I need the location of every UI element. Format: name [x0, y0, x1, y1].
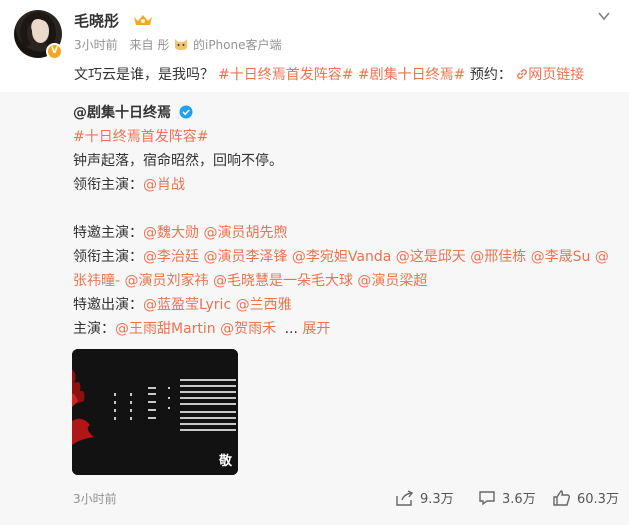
share-count: 9.3万 [420, 492, 454, 507]
source-name-a: 彤 [157, 38, 170, 52]
topic-tag-2[interactable]: #剧集十日终焉# [358, 67, 465, 83]
repost-slogan: 钟声起落，宿命昭然，回响不停。 [73, 153, 283, 169]
repost-author[interactable]: @剧集十日终焉 [73, 102, 193, 122]
lead-mentions[interactable]: @肖战 [143, 177, 185, 193]
repost-time[interactable]: 3小时前 [73, 490, 117, 507]
main-mentions[interactable]: @王雨甜Martin @贺雨禾 [115, 321, 276, 337]
web-link[interactable]: 网页链接 [516, 67, 584, 83]
like-icon [553, 490, 571, 506]
video-thumbnail[interactable]: 敬 [72, 349, 238, 475]
special-out-mentions[interactable]: @蓝盈莹Lyric @兰西雅 [143, 297, 292, 313]
repost-author-name[interactable]: @剧集十日终焉 [73, 105, 171, 121]
source-cat-icon [175, 39, 188, 50]
vip-crown-icon[interactable] [132, 12, 154, 28]
repost-tag[interactable]: #十日终焉首发阵容# [73, 126, 208, 146]
special-out-label: 特邀出演： [73, 297, 143, 313]
share-button[interactable]: 9.3万 [396, 488, 454, 507]
special-label: 特邀主演： [73, 225, 143, 241]
expand-link[interactable]: 展开 [302, 321, 330, 337]
special-mentions[interactable]: @魏大勋 @演员胡先煦 [143, 225, 287, 241]
like-button[interactable]: 60.3万 [553, 488, 619, 507]
expand-ellipsis: ... [284, 321, 298, 337]
comment-count: 3.6万 [502, 492, 536, 507]
lead-label: 领衔主演： [73, 177, 143, 193]
chevron-down-icon[interactable] [596, 8, 612, 24]
lead2-mentions-1[interactable]: @李治廷 @演员李泽锋 @李宛妲Vanda @这是邱天 @邢佳栋 @李晟Su @ [143, 249, 609, 265]
source-prefix: 来自 [129, 38, 154, 52]
repost-special-line: 特邀主演：@魏大勋 @演员胡先煦 [73, 222, 287, 242]
repost-block[interactable]: @剧集十日终焉 #十日终焉首发阵容# 钟声起落，宿命昭然，回响不停。 领衔主演：… [0, 92, 629, 525]
post-text-prefix: 文巧云是谁，是我吗？ [74, 67, 214, 83]
repost-lead-line: 领衔主演：@肖战 [73, 174, 185, 194]
weibo-card: V 毛晓彤 3小时前 来自 彤 的iPhone客户端 文巧云是谁，是我吗？ #十日… [0, 0, 629, 525]
thumbnail-art [72, 349, 238, 475]
lead2-mentions-2[interactable]: 张祎曈- @演员刘家祎 @毛晓慧是一朵毛大球 @演员梁超 [73, 270, 427, 290]
main-label: 主演： [73, 321, 115, 337]
source-name-b[interactable]: 的iPhone客户端 [193, 38, 282, 52]
post-meta: 3小时前 来自 彤 的iPhone客户端 [74, 36, 282, 53]
username[interactable]: 毛晓彤 [74, 10, 119, 31]
post-text: 文巧云是谁，是我吗？ #十日终焉首发阵容# #剧集十日终焉# 预约： 网页链接 [74, 64, 584, 84]
share-icon [396, 490, 414, 506]
verified-icon [179, 105, 193, 119]
comment-button[interactable]: 3.6万 [478, 488, 536, 507]
web-link-label: 网页链接 [528, 67, 585, 83]
lead2-label: 领衔主演： [73, 249, 143, 265]
link-icon [517, 69, 528, 79]
repost-special-out-line: 特邀出演：@蓝盈莹Lyric @兰西雅 [73, 294, 292, 314]
topic-tag-1[interactable]: #十日终焉首发阵容# [218, 67, 353, 83]
repost-lead2-line: 领衔主演：@李治廷 @演员李泽锋 @李宛妲Vanda @这是邱天 @邢佳栋 @李… [73, 246, 609, 266]
thumbnail-char: 敬 [218, 454, 232, 469]
post-text-mid: 预约： [469, 67, 512, 83]
verified-badge-icon: V [46, 43, 63, 60]
post-time[interactable]: 3小时前 [74, 38, 118, 52]
repost-main-line: 主演：@王雨甜Martin @贺雨禾 ... 展开 [73, 318, 330, 338]
avatar-face [32, 20, 49, 43]
like-count: 60.3万 [577, 492, 619, 507]
comment-icon [479, 491, 495, 506]
